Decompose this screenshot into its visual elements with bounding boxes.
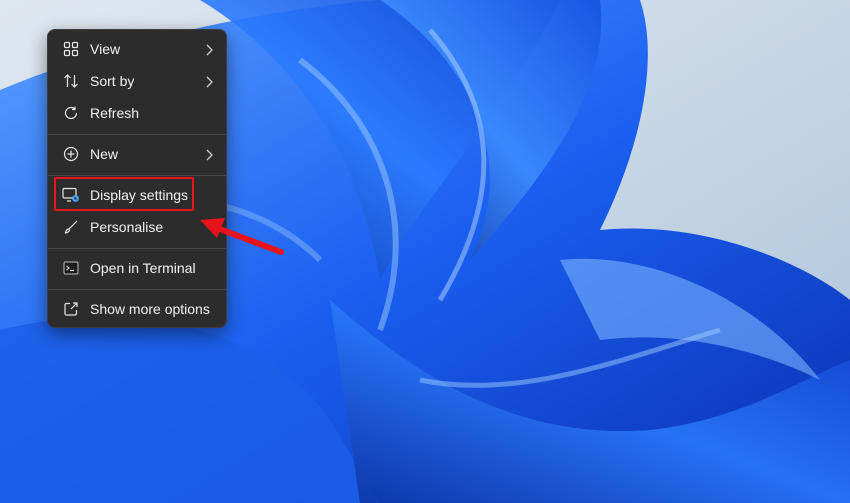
menu-separator (48, 175, 226, 176)
open-external-icon (62, 300, 80, 318)
menu-item-label: Open in Terminal (90, 260, 196, 276)
menu-separator (48, 134, 226, 135)
menu-item-new[interactable]: New (52, 139, 222, 169)
brush-icon (62, 218, 80, 236)
chevron-right-icon (204, 148, 214, 161)
red-arrow-annotation (200, 218, 284, 255)
chevron-right-icon (204, 75, 214, 88)
highlight-box (54, 177, 194, 211)
terminal-icon (62, 259, 80, 277)
menu-item-view[interactable]: View (52, 34, 222, 64)
menu-item-show-more-options[interactable]: Show more options (52, 294, 222, 324)
menu-item-label: Refresh (90, 105, 140, 121)
plus-circle-icon (62, 145, 80, 163)
chevron-right-icon (204, 43, 214, 56)
menu-item-label: View (90, 41, 121, 57)
menu-item-label: Sort by (90, 73, 135, 89)
refresh-icon (62, 104, 80, 122)
menu-item-label: Personalise (90, 219, 164, 235)
sort-icon (62, 72, 80, 90)
menu-separator (48, 289, 226, 290)
menu-item-refresh[interactable]: Refresh (52, 98, 222, 128)
menu-item-label: Show more options (90, 301, 210, 317)
view-grid-icon (62, 40, 80, 58)
menu-item-sort-by[interactable]: Sort by (52, 66, 222, 96)
menu-item-label: New (90, 146, 119, 162)
